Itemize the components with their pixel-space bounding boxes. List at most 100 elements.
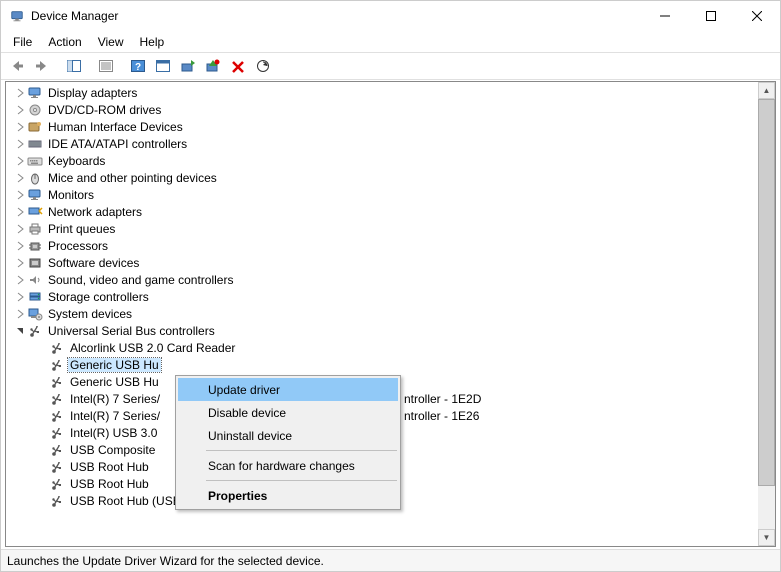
ctx-disable-device[interactable]: Disable device [178,401,398,424]
tree-category[interactable]: Processors [6,237,758,254]
storage-icon [26,289,44,305]
ctx-properties[interactable]: Properties [178,484,398,507]
help-button[interactable]: ? [126,55,150,77]
keyboard-icon [26,153,44,169]
tree-label: Generic USB Hu [68,358,161,372]
usb-icon [48,425,66,441]
disable-button[interactable] [201,55,225,77]
tree-label: USB Root Hub [68,460,151,474]
tree-label: DVD/CD-ROM drives [46,103,163,117]
expand-icon[interactable] [14,325,26,337]
expand-icon[interactable] [14,257,26,269]
status-text: Launches the Update Driver Wizard for th… [7,554,324,568]
tree-label: Print queues [46,222,117,236]
uninstall-button[interactable] [226,55,250,77]
action-button[interactable] [151,55,175,77]
monitor-icon [26,85,44,101]
ctx-scan-hardware[interactable]: Scan for hardware changes [178,454,398,477]
tree-label: Network adapters [46,205,144,219]
scan-hardware-button[interactable] [251,55,275,77]
status-bar: Launches the Update Driver Wizard for th… [1,549,780,571]
expand-icon[interactable] [14,189,26,201]
tree-category[interactable]: Human Interface Devices [6,118,758,135]
tree-label: Alcorlink USB 2.0 Card Reader [68,341,237,355]
tree-category[interactable]: Monitors [6,186,758,203]
menu-file[interactable]: File [5,33,40,51]
ctx-separator [206,480,397,481]
usb-icon [48,340,66,356]
menu-help[interactable]: Help [132,33,173,51]
system-icon [26,306,44,322]
expand-icon[interactable] [14,104,26,116]
tree-label: Monitors [46,188,96,202]
scroll-up-button[interactable]: ▲ [758,82,775,99]
expand-icon[interactable] [14,308,26,320]
update-driver-button[interactable] [176,55,200,77]
expand-icon[interactable] [14,155,26,167]
tree-label: IDE ATA/ATAPI controllers [46,137,189,151]
menu-action[interactable]: Action [40,33,89,51]
context-menu: Update driver Disable device Uninstall d… [175,375,401,510]
scroll-down-button[interactable]: ▼ [758,529,775,546]
properties-button[interactable] [94,55,118,77]
expand-icon[interactable] [14,223,26,235]
printer-icon [26,221,44,237]
tree-item[interactable]: Generic USB Hu [6,356,758,373]
expand-icon[interactable] [14,274,26,286]
tree-label-continuation: ntroller - 1E2D [404,390,481,407]
maximize-button[interactable] [688,1,734,31]
network-icon [26,204,44,220]
close-button[interactable] [734,1,780,31]
show-hide-tree-button[interactable] [62,55,86,77]
usb-icon [48,459,66,475]
tree-category[interactable]: Storage controllers [6,288,758,305]
tree-label: Sound, video and game controllers [46,273,235,287]
back-button[interactable] [5,55,29,77]
tree-category[interactable]: Network adapters [6,203,758,220]
tree-category[interactable]: Keyboards [6,152,758,169]
tree-label: USB Root Hub [68,477,151,491]
expand-icon[interactable] [14,121,26,133]
tree-label: Mice and other pointing devices [46,171,219,185]
usb-icon [48,476,66,492]
tree-item[interactable]: Alcorlink USB 2.0 Card Reader [6,339,758,356]
tree-category[interactable]: IDE ATA/ATAPI controllers [6,135,758,152]
usb-icon [48,442,66,458]
tree-label: System devices [46,307,134,321]
tree-category[interactable]: Print queues [6,220,758,237]
expand-icon[interactable] [14,138,26,150]
menu-bar: File Action View Help [1,31,780,52]
tree-label: Universal Serial Bus controllers [46,324,217,338]
tree-category[interactable]: DVD/CD-ROM drives [6,101,758,118]
expand-icon[interactable] [14,206,26,218]
tree-category[interactable]: Display adapters [6,84,758,101]
menu-view[interactable]: View [90,33,132,51]
disc-icon [26,102,44,118]
vertical-scrollbar[interactable]: ▲ ▼ [758,82,775,546]
svg-text:?: ? [135,62,141,73]
tree-label: Intel(R) 7 Series/ [68,392,162,406]
ctx-uninstall-device[interactable]: Uninstall device [178,424,398,447]
forward-button[interactable] [30,55,54,77]
title-bar: Device Manager [1,1,780,31]
tree-label: Intel(R) 7 Series/ [68,409,162,423]
cpu-icon [26,238,44,254]
tree-category[interactable]: Universal Serial Bus controllers [6,322,758,339]
tree-category[interactable]: Mice and other pointing devices [6,169,758,186]
usb-icon [48,493,66,509]
expand-icon[interactable] [14,87,26,99]
tree-category[interactable]: System devices [6,305,758,322]
monitor-icon [26,187,44,203]
scroll-track[interactable] [758,99,775,529]
ctx-update-driver[interactable]: Update driver [178,378,398,401]
expand-icon[interactable] [14,172,26,184]
expand-icon[interactable] [14,291,26,303]
expand-icon[interactable] [14,240,26,252]
minimize-button[interactable] [642,1,688,31]
ctx-separator [206,450,397,451]
tree-category[interactable]: Sound, video and game controllers [6,271,758,288]
scroll-thumb[interactable] [758,99,775,486]
tree-category[interactable]: Software devices [6,254,758,271]
mouse-icon [26,170,44,186]
tree-label: Software devices [46,256,141,270]
